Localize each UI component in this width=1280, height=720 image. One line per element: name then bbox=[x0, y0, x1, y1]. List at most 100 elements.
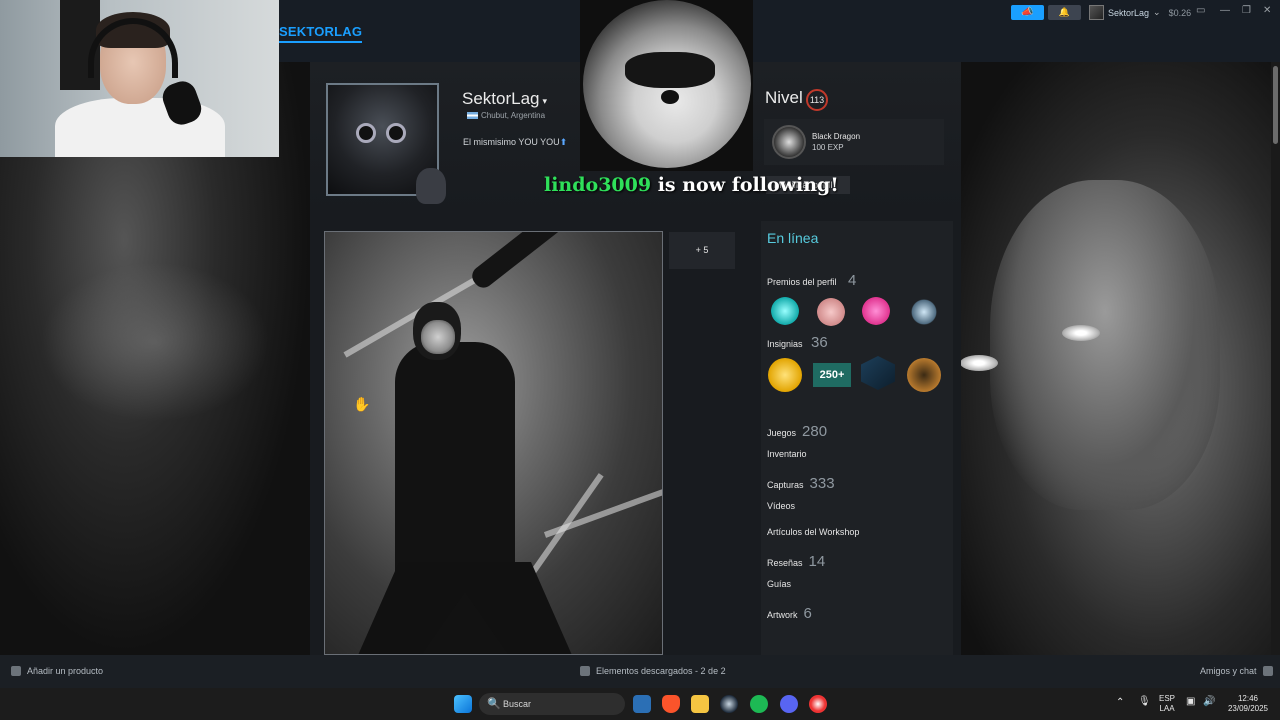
windows-start-icon[interactable] bbox=[454, 695, 472, 713]
search-icon: 🔍 bbox=[487, 698, 501, 710]
stat-artwork[interactable]: Artwork 6 bbox=[767, 605, 812, 622]
avatar-detail bbox=[386, 123, 406, 143]
bell-icon: 🔔 bbox=[1058, 7, 1071, 17]
add-product-button[interactable]: Añadir un producto bbox=[11, 666, 103, 676]
stat-screenshots[interactable]: Capturas 333 bbox=[767, 475, 835, 492]
follow-alert: lindo3009 is now following! bbox=[544, 174, 839, 196]
figure-face bbox=[421, 320, 455, 354]
avatar-frame-cat bbox=[416, 168, 446, 204]
explorer-window-icon[interactable] bbox=[633, 695, 651, 713]
badges-count: 36 bbox=[811, 334, 828, 351]
stat-label: Juegos bbox=[767, 428, 797, 438]
steam-bottom-bar: Añadir un producto Elementos descargados… bbox=[0, 655, 1280, 688]
badge-xp: 100 EXP bbox=[812, 143, 844, 152]
coin-badge-icon[interactable] bbox=[768, 358, 802, 392]
globe-award-icon[interactable] bbox=[910, 298, 938, 326]
more-artwork-button[interactable]: + 5 bbox=[669, 232, 735, 269]
discord-icon[interactable] bbox=[780, 695, 798, 713]
stat-label: Artwork bbox=[767, 610, 798, 620]
comet-award-icon[interactable] bbox=[771, 297, 799, 325]
nav-username-tab[interactable]: SEKTORLAG bbox=[279, 24, 363, 43]
volume-icon[interactable]: 🔊 bbox=[1203, 697, 1215, 707]
years-badge-icon[interactable]: 250+ bbox=[813, 363, 851, 387]
clock-time: 12:46 bbox=[1237, 694, 1259, 703]
eagle-badge-icon[interactable] bbox=[907, 358, 941, 392]
stat-label: Vídeos bbox=[767, 501, 796, 511]
badges-label[interactable]: Insignias bbox=[767, 339, 803, 349]
chat-icon bbox=[1262, 666, 1273, 676]
big-picture-icon[interactable]: ▭ bbox=[1196, 5, 1205, 16]
add-product-label: Añadir un producto bbox=[27, 666, 104, 676]
raccoon-mask bbox=[625, 52, 715, 88]
stat-label: Inventario bbox=[767, 449, 807, 459]
maximize-icon[interactable]: ❐ bbox=[1242, 5, 1251, 16]
stat-videos[interactable]: Vídeos bbox=[767, 501, 801, 511]
raccoon-image bbox=[583, 0, 751, 168]
stat-label: Artículos del Workshop bbox=[767, 527, 860, 537]
friends-label: Amigos y chat bbox=[1200, 666, 1257, 676]
persona-name[interactable]: SektorLag ▾ bbox=[462, 89, 547, 109]
profile-location: Chubut, Argentina bbox=[467, 111, 545, 120]
level-badge[interactable]: 113 bbox=[806, 89, 828, 111]
downloads-button[interactable]: Elementos descargados - 2 de 2 bbox=[580, 666, 726, 676]
steam-icon[interactable] bbox=[720, 695, 738, 713]
download-icon bbox=[580, 666, 590, 676]
scrollbar[interactable] bbox=[1271, 62, 1280, 655]
clock[interactable]: 12:46 23/09/2025 bbox=[1226, 694, 1270, 714]
background-eye bbox=[1062, 325, 1100, 341]
screen: SEKTORLAG 📣 🔔 SektorLag ⌄ $0.26 ▭ — ❐ ✕ … bbox=[0, 0, 1280, 720]
heart-award-icon[interactable] bbox=[862, 297, 890, 325]
online-status: En línea bbox=[767, 230, 819, 246]
stat-label: Reseñas bbox=[767, 558, 803, 568]
account-avatar bbox=[1089, 5, 1104, 20]
chevron-down-icon: ⌄ bbox=[1153, 7, 1161, 17]
obs-recording-icon[interactable] bbox=[809, 695, 827, 713]
baby-award-icon[interactable] bbox=[817, 298, 845, 326]
stat-count: 6 bbox=[803, 605, 812, 622]
location-text: Chubut, Argentina bbox=[481, 111, 546, 120]
close-icon[interactable]: ✕ bbox=[1263, 5, 1271, 16]
microphone-tray-icon[interactable]: 🎙 bbox=[1138, 697, 1151, 707]
spotify-icon[interactable] bbox=[750, 695, 768, 713]
megaphone-icon: 📣 bbox=[1021, 7, 1034, 18]
taskbar-search[interactable]: 🔍 Buscar bbox=[479, 693, 625, 715]
language-indicator[interactable]: ESP LAA bbox=[1159, 694, 1175, 714]
stat-workshop[interactable]: Artículos del Workshop bbox=[767, 527, 865, 537]
background-face-image bbox=[990, 180, 1220, 510]
scrollbar-thumb[interactable] bbox=[1273, 66, 1278, 144]
downloads-label: Elementos descargados - 2 de 2 bbox=[596, 666, 726, 676]
minimize-icon[interactable]: — bbox=[1220, 5, 1230, 16]
stat-count: 280 bbox=[802, 423, 828, 440]
dragon-badge-icon bbox=[772, 125, 806, 159]
stat-reviews[interactable]: Reseñas 14 bbox=[767, 553, 825, 570]
file-explorer-icon[interactable] bbox=[691, 695, 709, 713]
argentina-flag-icon bbox=[467, 112, 478, 119]
stat-count: 333 bbox=[809, 475, 835, 492]
friends-chat-button[interactable]: Amigos y chat bbox=[1200, 666, 1273, 676]
background-eye bbox=[960, 355, 998, 371]
stat-inventory[interactable]: Inventario bbox=[767, 449, 813, 459]
stat-guides[interactable]: Guías bbox=[767, 579, 797, 589]
level-label: Nivel bbox=[765, 88, 803, 107]
chevron-up-icon[interactable]: ⌃ bbox=[1116, 698, 1124, 708]
brave-browser-icon[interactable] bbox=[662, 695, 680, 713]
follower-name: lindo3009 bbox=[544, 174, 652, 196]
mouse-cursor-icon: ✋ bbox=[353, 396, 371, 412]
artwork-showcase[interactable] bbox=[324, 231, 663, 655]
profile-summary: El mismisimo YOU YOU⬆ bbox=[463, 137, 568, 147]
figure-arm bbox=[468, 232, 624, 292]
announcements-button[interactable]: 📣 bbox=[1011, 5, 1044, 20]
plus-icon bbox=[11, 666, 21, 676]
wallet-balance: $0.26 bbox=[1168, 7, 1192, 18]
account-menu[interactable]: SektorLag ⌄ $0.26 bbox=[1089, 4, 1191, 21]
stat-games[interactable]: Juegos 280 bbox=[767, 423, 827, 440]
stat-count: 14 bbox=[808, 553, 826, 570]
language-code: ESP bbox=[1159, 694, 1176, 703]
webcam-overlay bbox=[0, 0, 279, 157]
awards-label[interactable]: Premios del perfil bbox=[767, 277, 837, 287]
notifications-button[interactable]: 🔔 bbox=[1048, 5, 1081, 20]
clock-date: 23/09/2025 bbox=[1227, 704, 1269, 713]
network-icon[interactable]: ▣ bbox=[1186, 697, 1195, 707]
awards-count: 4 bbox=[848, 272, 857, 289]
search-placeholder: Buscar bbox=[503, 699, 532, 709]
